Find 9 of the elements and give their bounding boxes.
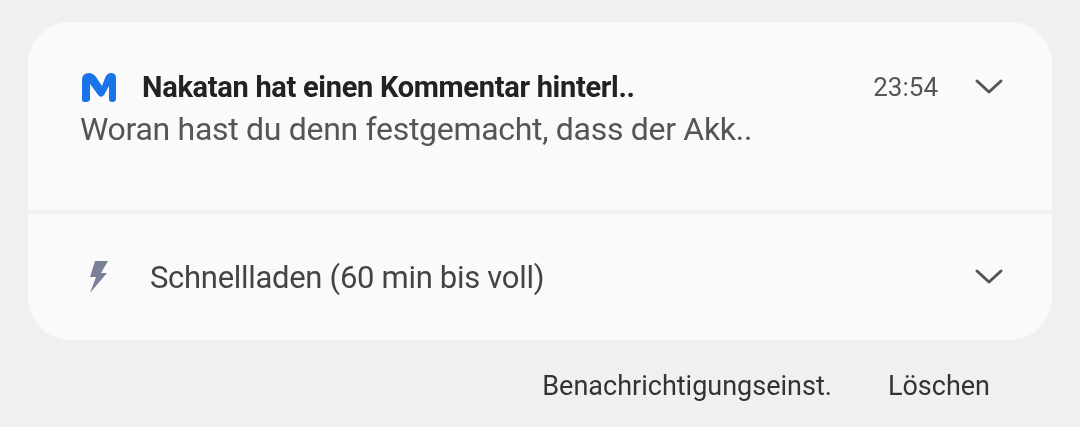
notification-title: Nakatan hat einen Kommentar hinterl..: [142, 70, 635, 104]
app-logo-icon: [80, 70, 118, 104]
notification-card[interactable]: Schnellladen (60 min bis voll): [28, 214, 1052, 340]
notification-title: Schnellladen (60 min bis voll): [150, 258, 545, 296]
notification-card[interactable]: Nakatan hat einen Kommentar hinterl.. 23:54 Woran hast du denn festgemacht, dass der Akk..: [28, 22, 1052, 210]
action-button[interactable]: Löschen: [887, 370, 990, 402]
action-button[interactable]: Benachrichtigungseinst.: [542, 370, 832, 402]
notification-text: Woran hast du denn festgemacht, dass der Akk..: [80, 110, 754, 148]
notification-time: 23:54: [873, 72, 938, 102]
